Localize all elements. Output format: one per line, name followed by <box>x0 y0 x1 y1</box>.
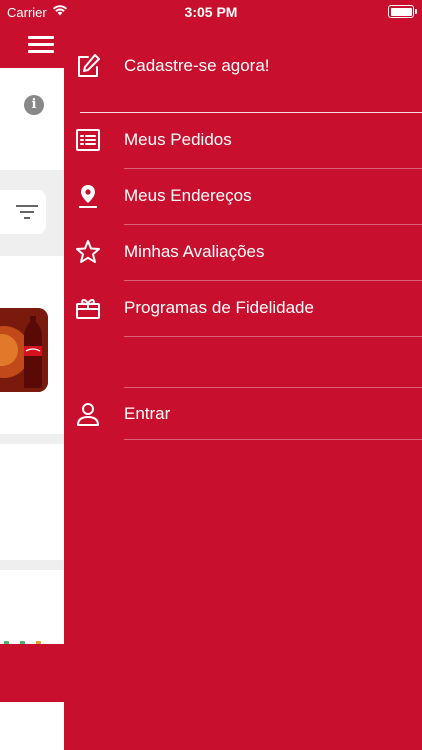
product-thumbnail[interactable] <box>0 308 48 392</box>
star-icon <box>74 238 102 266</box>
user-icon <box>74 400 102 428</box>
info-icon[interactable]: i <box>24 95 44 115</box>
bottom-area <box>0 702 64 750</box>
edit-icon <box>74 52 102 80</box>
pagination-dots <box>2 634 62 646</box>
status-bar: Carrier 3:05 PM <box>0 0 422 24</box>
hamburger-icon[interactable] <box>28 36 54 54</box>
divider <box>124 439 422 440</box>
gift-icon <box>74 294 102 322</box>
list-icon <box>74 126 102 154</box>
divider <box>124 336 422 337</box>
menu-item-label: Programas de Fidelidade <box>124 298 314 317</box>
clock: 3:05 PM <box>184 4 238 20</box>
menu-item-label: Cadastre-se agora! <box>124 56 270 75</box>
menu-item-reviews[interactable]: Minhas Avaliações <box>64 224 422 280</box>
menu-item-register[interactable]: Cadastre-se agora! <box>64 38 422 94</box>
side-drawer: Cadastre-se agora! Meus Pedidos Meus End… <box>64 0 422 750</box>
menu-item-label: Entrar <box>124 404 171 423</box>
battery-icon <box>388 5 417 18</box>
section-divider <box>0 434 64 444</box>
menu-item-orders[interactable]: Meus Pedidos <box>64 112 422 168</box>
background-page: i <box>0 0 64 750</box>
filter-icon[interactable] <box>16 204 38 225</box>
menu-item-label: Meus Pedidos <box>124 130 232 149</box>
bottom-banner[interactable] <box>0 644 64 702</box>
section-divider <box>0 560 64 570</box>
menu-item-login[interactable]: Entrar <box>64 386 422 442</box>
menu-item-label: Meus Endereços <box>124 186 252 205</box>
menu-item-addresses[interactable]: Meus Endereços <box>64 168 422 224</box>
location-pin-icon <box>74 182 102 210</box>
menu-item-label: Minhas Avaliações <box>124 242 265 261</box>
menu-item-loyalty[interactable]: Programas de Fidelidade <box>64 280 422 336</box>
